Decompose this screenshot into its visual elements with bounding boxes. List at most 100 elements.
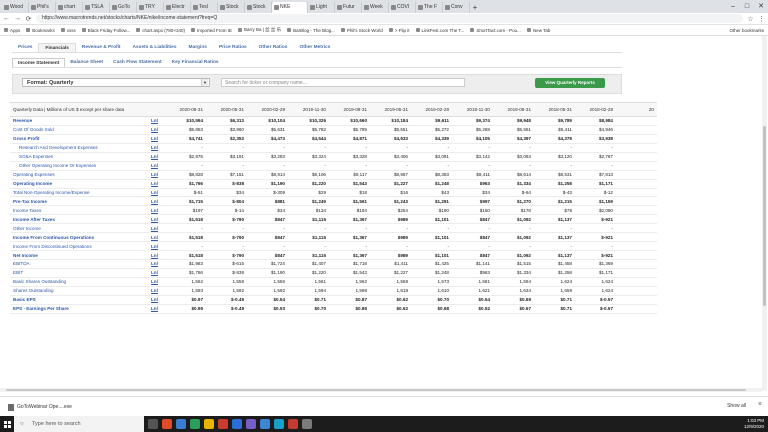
row-label[interactable]: Income From Continuous Operations	[10, 232, 151, 243]
browser-tab[interactable]: Electr	[164, 2, 191, 13]
start-button[interactable]	[0, 416, 14, 432]
row-label[interactable]: EPS - Earnings Per Share	[10, 304, 151, 314]
nav-tab-other-ratios[interactable]: Other Ratios	[253, 43, 294, 52]
row-label[interactable]: Other Operating Income Or Expenses	[10, 161, 151, 171]
bookmark-item[interactable]: LinkFest.com The T...	[415, 28, 464, 33]
browser-tab[interactable]: Light	[308, 2, 335, 13]
new-tab-button[interactable]: +	[470, 2, 480, 13]
row-label[interactable]: Pre-Tax Income	[10, 196, 151, 207]
row-chart-link[interactable]: Lnl	[151, 214, 165, 225]
row-label[interactable]: Basic Shares Outstanding	[10, 277, 151, 287]
row-label[interactable]: Income From Discontinued Operations	[10, 241, 151, 252]
subnav-tab-balance-sheet[interactable]: Balance Sheet	[65, 58, 108, 67]
nav-tab-assets-liabilities[interactable]: Assets & Liabilities	[127, 43, 183, 52]
browser-tab[interactable]: COVI	[389, 2, 416, 13]
nav-tab-financials[interactable]: Financials	[38, 43, 76, 52]
clock[interactable]: 1:03 PM 12/9/2020	[744, 418, 764, 430]
bookmark-item[interactable]: Black Friday Follow...	[81, 28, 130, 33]
browser-tab[interactable]: Wood	[2, 2, 29, 13]
row-label[interactable]: Income Taxes	[10, 205, 151, 216]
taskbar-app-icon[interactable]	[162, 419, 172, 429]
row-chart-link[interactable]: Lnl	[151, 116, 165, 126]
horizontal-scrollbar[interactable]	[0, 388, 762, 392]
bookmark-item[interactable]: chart.aspx (780×340)	[136, 28, 185, 33]
browser-tab[interactable]: Conv	[443, 2, 470, 13]
bookmark-item[interactable]: BarBlog - The Blog...	[287, 28, 335, 33]
browser-tab[interactable]: GoTo	[110, 2, 137, 13]
ticker-search-input[interactable]: Search for ticker or company name...	[221, 78, 465, 87]
row-chart-link[interactable]: Lnl	[151, 143, 165, 153]
row-chart-link[interactable]: Lnl	[151, 268, 165, 278]
nav-tab-prices[interactable]: Prices	[12, 43, 38, 52]
row-label[interactable]: EBITDA	[10, 259, 151, 269]
bookmark-item[interactable]: Bookmarks	[26, 28, 55, 33]
row-chart-link[interactable]: Lnl	[151, 295, 165, 305]
row-label[interactable]: Basic EPS	[10, 295, 151, 305]
taskbar-app-icon[interactable]	[148, 419, 158, 429]
browser-tab[interactable]: Tesl	[191, 2, 218, 13]
close-icon[interactable]: ×	[758, 401, 762, 408]
vertical-scrollbar[interactable]	[762, 36, 767, 391]
other-bookmarks[interactable]: Other bookmarks	[729, 28, 768, 33]
row-chart-link[interactable]: Lnl	[151, 232, 165, 243]
bookmark-item[interactable]: ShortTact.com - Pou...	[470, 28, 521, 33]
download-item[interactable]: GoToWebinar Ope....exe	[8, 401, 98, 413]
bookmark-item[interactable]: Apps	[4, 28, 20, 33]
row-label[interactable]: SG&A Expenses	[10, 152, 151, 162]
taskbar-app-icon[interactable]	[218, 419, 228, 429]
vertical-scroll-thumb[interactable]	[763, 126, 766, 306]
row-chart-link[interactable]: Lnl	[151, 196, 165, 207]
horizontal-scroll-thumb[interactable]	[6, 389, 746, 391]
taskbar-app-icon[interactable]	[302, 419, 312, 429]
minimize-icon[interactable]: –	[726, 0, 740, 13]
show-all-button[interactable]: Show all	[727, 403, 746, 409]
row-label[interactable]: Total Non-Operating Income/Expense	[10, 188, 151, 198]
row-chart-link[interactable]: Lnl	[151, 304, 165, 314]
subnav-tab-cash-flow-statement[interactable]: Cash Flow Statement	[108, 58, 167, 67]
row-chart-link[interactable]: Lnl	[151, 134, 165, 144]
browser-tab[interactable]: TRY	[137, 2, 164, 13]
taskbar-app-icon[interactable]	[204, 419, 214, 429]
browser-tab[interactable]: chart	[56, 2, 83, 13]
back-icon[interactable]: ←	[3, 15, 10, 22]
taskbar-app-icon[interactable]	[190, 419, 200, 429]
row-label[interactable]: Operating Income	[10, 179, 151, 189]
row-chart-link[interactable]: Lnl	[151, 152, 165, 162]
browser-tab[interactable]: Futur	[335, 2, 362, 13]
bookmark-item[interactable]: Imported From IE	[190, 28, 232, 33]
row-chart-link[interactable]: Lnl	[151, 188, 165, 198]
row-chart-link[interactable]: Lnl	[151, 259, 165, 269]
taskbar-app-icon[interactable]	[232, 419, 242, 429]
row-label[interactable]: Gross Profit	[10, 134, 151, 144]
row-chart-link[interactable]: Lnl	[151, 223, 165, 234]
browser-tab[interactable]: Phil's	[29, 2, 56, 13]
menu-icon[interactable]: ⋮	[758, 15, 765, 23]
taskbar-app-icon[interactable]	[260, 419, 270, 429]
bookmark-item[interactable]: New Tab	[526, 28, 550, 33]
row-label[interactable]: Operating Expenses	[10, 170, 151, 180]
row-chart-link[interactable]: Lnl	[151, 277, 165, 287]
bookmark-item[interactable]: Barry Ba | 丝 丝 乐	[237, 27, 281, 33]
taskbar-app-icon[interactable]	[246, 419, 256, 429]
row-label[interactable]: Net Income	[10, 250, 151, 260]
view-quarterly-reports-button[interactable]: View Quarterly Reports	[535, 78, 605, 88]
bookmark-item[interactable]: > Flip it	[388, 28, 410, 33]
nav-tab-revenue-profit[interactable]: Revenue & Profit	[76, 43, 127, 52]
row-label[interactable]: Revenue	[10, 116, 151, 126]
browser-tab[interactable]: Stock	[218, 2, 245, 13]
row-label[interactable]: Cost Of Goods Sold	[10, 125, 151, 135]
row-label[interactable]: Other Income	[10, 223, 151, 234]
reload-icon[interactable]: ⟳	[25, 15, 32, 23]
taskbar-app-icon[interactable]	[274, 419, 284, 429]
bookmark-item[interactable]: Phil's Stock World	[340, 28, 383, 33]
maximize-icon[interactable]: □	[740, 0, 754, 13]
nav-tab-margins[interactable]: Margins	[183, 43, 213, 52]
row-chart-link[interactable]: Lnl	[151, 205, 165, 216]
taskbar-search-input[interactable]: Type here to search	[14, 416, 144, 432]
forward-icon[interactable]: →	[14, 15, 21, 22]
close-window-icon[interactable]: ✕	[754, 0, 768, 13]
url-input[interactable]: https://www.macrotrends.net/stocks/chart…	[36, 14, 743, 23]
taskbar-app-icon[interactable]	[176, 419, 186, 429]
row-label[interactable]: EBIT	[10, 268, 151, 278]
row-chart-link[interactable]: Lnl	[151, 125, 165, 135]
